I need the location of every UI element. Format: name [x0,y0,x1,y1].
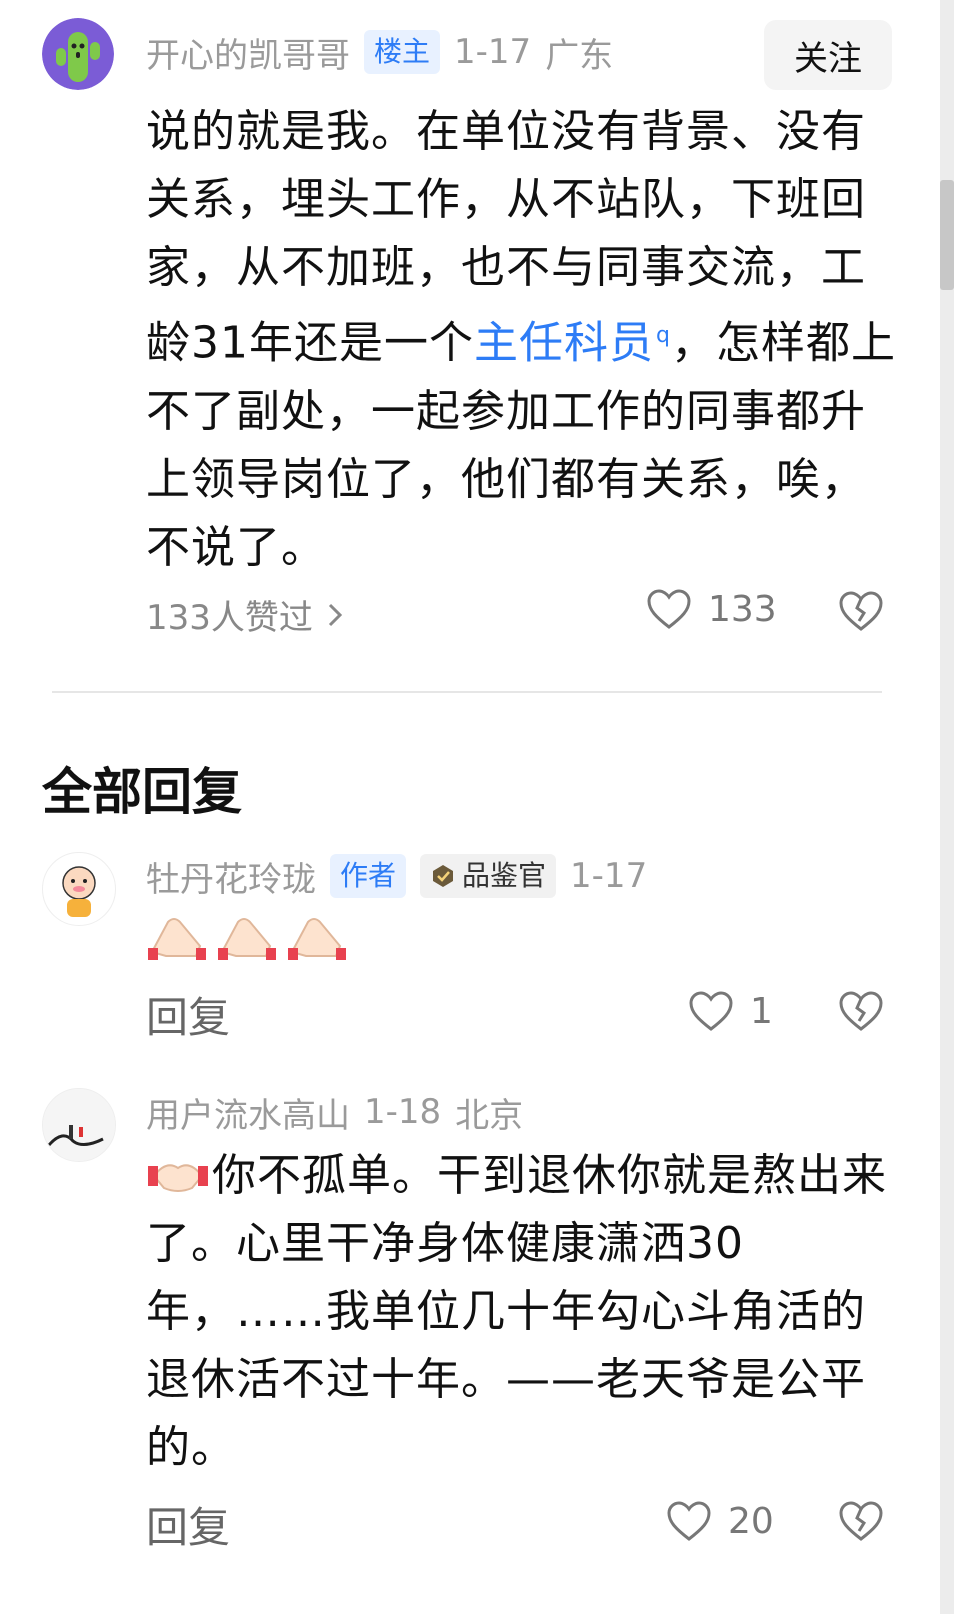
author-tag: 作者 [330,854,407,898]
reply2-author-avatar[interactable] [42,1088,116,1162]
reply2-like-count: 20 [728,1500,774,1542]
reply2-meta: 用户流水高山 1-18 北京 [146,1088,523,1136]
reply1-date: 1-17 [570,856,648,896]
follow-button[interactable]: 关注 [764,20,892,90]
reply2-like-button[interactable]: 20 [666,1500,774,1542]
handshake-emoji-icon [148,1164,208,1192]
reply1-meta: 牡丹花玲珑 作者 品鉴官 1-17 [146,852,647,900]
broken-heart-icon[interactable] [838,990,884,1032]
keyword-link[interactable]: 主任科员 [474,318,654,369]
expert-badge-label: 品鉴官 [462,859,547,892]
expert-badge: 品鉴官 [420,854,557,898]
replies-section-title: 全部回复 [42,763,242,821]
post-author-name[interactable]: 开心的凯哥哥 [146,28,350,77]
reply2-reply-button[interactable]: 回复 [146,1494,230,1555]
reply2-location: 北京 [455,1095,524,1136]
reply2-content: 你不孤单。干到退休你就是熬出来了。心里干净身体健康潇洒30年，……我单位几十年勾… [146,1142,896,1482]
reply2-text: 你不孤单。干到退休你就是熬出来了。心里干净身体健康潇洒30年，……我单位几十年勾… [146,1150,887,1473]
clapping-hands-emoji-icon [218,918,276,960]
post-location: 广东 [545,35,614,76]
reply2-date: 1-18 [364,1092,442,1132]
heart-icon [667,1501,711,1541]
reply1-like-count: 1 [750,990,773,1032]
heart-icon [689,991,733,1031]
reply1-emoji-content [146,908,348,960]
reply1-like-button[interactable]: 1 [688,990,773,1032]
post-like-button[interactable]: 133 [646,588,777,630]
divider [52,691,882,693]
reply1-author-avatar[interactable] [42,852,116,926]
post-date: 1-17 [454,32,532,72]
post-like-count: 133 [708,588,777,630]
post-content: 说的就是我。在单位没有背景、没有关系，埋头工作，从不站队，下班回家，从不加班，也… [146,98,896,582]
owner-tag: 楼主 [364,30,441,74]
heart-icon [647,589,691,629]
liked-by-count: 133人赞过 [146,598,313,638]
reply1-author-name[interactable]: 牡丹花玲珑 [146,852,316,901]
chevron-right-icon [328,603,343,626]
broken-heart-icon[interactable] [838,590,884,632]
post-author-avatar[interactable] [42,18,114,90]
post-meta: 开心的凯哥哥 楼主 1-17 广东 [146,28,613,76]
clapping-hands-emoji-icon [288,918,346,960]
reply2-author-name[interactable]: 用户流水高山 [146,1088,350,1137]
reply1-reply-button[interactable]: 回复 [146,984,230,1045]
broken-heart-icon[interactable] [838,1500,884,1542]
badge-icon [433,865,454,887]
liked-by-link[interactable]: 133人赞过 [146,590,343,639]
scrollbar-thumb[interactable] [940,180,954,290]
search-icon[interactable]: q [656,323,671,348]
clapping-hands-emoji-icon [148,918,206,960]
